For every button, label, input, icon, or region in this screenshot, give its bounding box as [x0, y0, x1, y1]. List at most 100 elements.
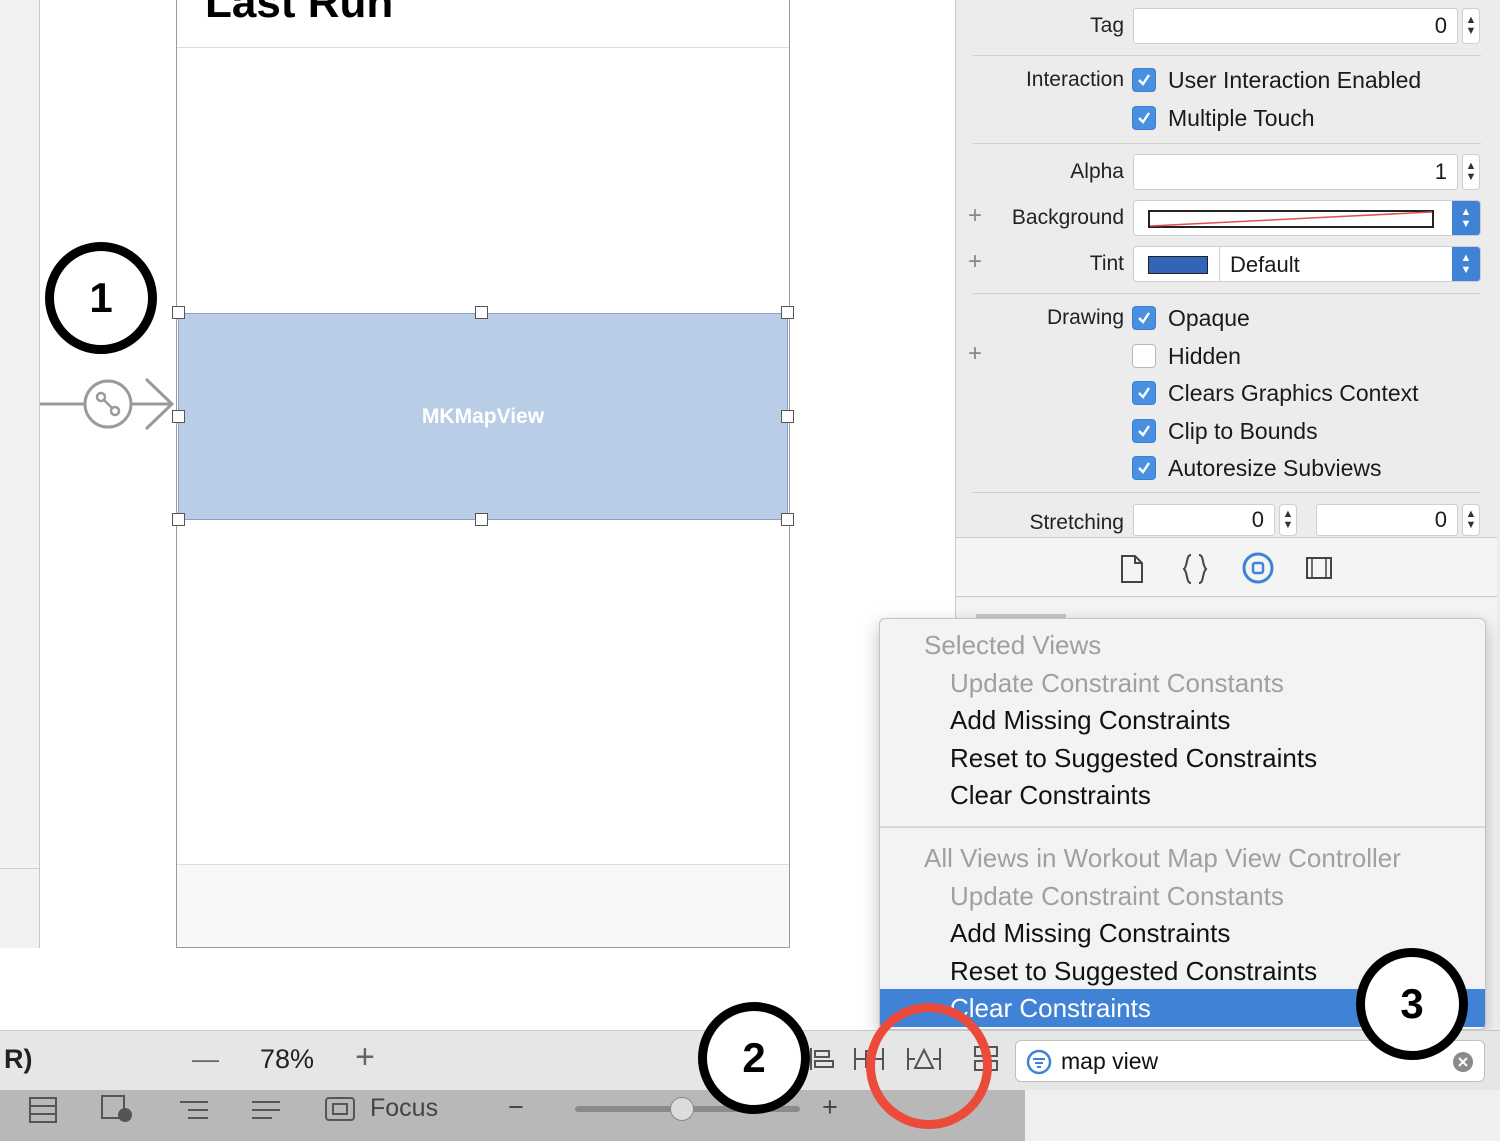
autoresize-checkbox[interactable]: Autoresize Subviews: [1132, 453, 1382, 483]
drawing-label: Drawing: [1046, 306, 1124, 329]
tag-stepper[interactable]: ▲ ▼: [1462, 8, 1480, 44]
hidden-label: Hidden: [1168, 342, 1241, 369]
autoresize-label: Autoresize Subviews: [1168, 454, 1382, 481]
user-interaction-checkbox[interactable]: User Interaction Enabled: [1132, 65, 1421, 95]
add-variation-icon[interactable]: +: [968, 340, 982, 368]
tag-label: Tag: [1090, 14, 1124, 37]
inspector-divider: [973, 293, 1481, 294]
callout-1: 1: [45, 242, 157, 354]
media-library-icon[interactable]: [1305, 556, 1333, 580]
resize-handle[interactable]: [781, 410, 794, 423]
file-template-icon[interactable]: [1119, 554, 1145, 584]
inspector-divider: [973, 55, 1481, 56]
alpha-stepper[interactable]: ▲ ▼: [1462, 154, 1480, 190]
resize-handle[interactable]: [781, 513, 794, 526]
menu-item-reset-suggested[interactable]: Reset to Suggested Constraints: [880, 739, 1485, 777]
background-popup[interactable]: ▲ ▼: [1133, 200, 1481, 236]
menu-item-add-missing[interactable]: Add Missing Constraints: [880, 701, 1485, 739]
resize-handle[interactable]: [475, 513, 488, 526]
device-config-fragment[interactable]: R): [4, 1044, 33, 1075]
callout-2: 2: [698, 1002, 810, 1114]
stretching-y-field[interactable]: 0: [1316, 504, 1458, 536]
callout-3: 3: [1356, 948, 1468, 1060]
clears-graphics-label: Clears Graphics Context: [1168, 379, 1419, 406]
checkmark-icon: [1132, 68, 1156, 92]
tint-divider: [1219, 247, 1220, 281]
tag-field[interactable]: 0: [1133, 8, 1458, 44]
checkbox-empty-icon: [1132, 344, 1156, 368]
clip-to-bounds-label: Clip to Bounds: [1168, 417, 1318, 444]
alpha-field[interactable]: 1: [1133, 154, 1458, 190]
interaction-label: Interaction: [1025, 68, 1124, 91]
stretching-y-stepper[interactable]: ▲ ▼: [1462, 504, 1480, 536]
checkmark-icon: [1132, 456, 1156, 480]
navigation-bar: Last Run: [177, 0, 789, 48]
menu-section-header: All Views in Workout Map View Controller: [924, 843, 1401, 873]
tint-popup[interactable]: Default ▲ ▼: [1133, 246, 1481, 282]
add-variation-icon[interactable]: +: [968, 202, 982, 230]
checkmark-icon: [1132, 419, 1156, 443]
status-zoom-out[interactable]: −: [508, 1092, 524, 1123]
text-align-icon[interactable]: [250, 1098, 282, 1122]
resize-handle[interactable]: [781, 306, 794, 319]
highlight-ring: [866, 1003, 992, 1129]
zoom-out-button[interactable]: —: [192, 1044, 219, 1075]
tint-label: Tint: [1089, 252, 1124, 275]
scene-title: Last Run: [205, 0, 394, 27]
segue-arrow-icon[interactable]: [40, 375, 180, 435]
device-view-icon[interactable]: [100, 1094, 134, 1124]
clip-to-bounds-checkbox[interactable]: Clip to Bounds: [1132, 416, 1318, 446]
stretching-x-field[interactable]: 0: [1133, 504, 1275, 536]
menu-item-update-constants: Update Constraint Constants: [950, 668, 1284, 698]
library-tab-bar: [956, 537, 1497, 597]
editor-status-bar-right: [1025, 1090, 1500, 1141]
inspector-divider: [973, 492, 1481, 493]
menu-item-clear-constraints[interactable]: Clear Constraints: [880, 776, 1485, 814]
inspector-divider: [973, 143, 1481, 144]
stretching-x-stepper[interactable]: ▲ ▼: [1279, 504, 1297, 536]
resize-handle[interactable]: [172, 513, 185, 526]
code-snippet-icon[interactable]: [1182, 553, 1208, 585]
clears-graphics-checkbox[interactable]: Clears Graphics Context: [1132, 378, 1419, 408]
multiple-touch-label: Multiple Touch: [1168, 104, 1315, 131]
status-zoom-in[interactable]: +: [822, 1092, 838, 1123]
stretching-label: Stretching: [1029, 511, 1124, 534]
outline-icon[interactable]: [178, 1098, 210, 1122]
alpha-label: Alpha: [1070, 160, 1124, 183]
menu-separator: [880, 826, 1485, 828]
checkmark-icon: [1132, 306, 1156, 330]
filter-icon: [1026, 1049, 1052, 1075]
zoom-slider-knob[interactable]: [670, 1097, 694, 1121]
add-variation-icon[interactable]: +: [968, 248, 982, 276]
multiple-touch-checkbox[interactable]: Multiple Touch: [1132, 103, 1315, 133]
focus-label[interactable]: Focus: [370, 1094, 438, 1123]
hidden-checkbox[interactable]: Hidden: [1132, 341, 1241, 371]
color-swatch-clear-icon: [1148, 210, 1434, 228]
menu-item-update-constants: Update Constraint Constants: [950, 881, 1284, 911]
list-view-icon[interactable]: [28, 1096, 58, 1124]
checkmark-icon: [1132, 106, 1156, 130]
focus-icon[interactable]: [324, 1096, 356, 1122]
left-scene-divider: [0, 868, 40, 869]
mkmapview[interactable]: MKMapView: [178, 313, 788, 520]
resize-handle[interactable]: [172, 410, 185, 423]
scene-bottom-bar: [177, 864, 789, 947]
tint-value: Default: [1230, 252, 1300, 277]
opaque-label: Opaque: [1168, 304, 1250, 331]
resize-handle[interactable]: [172, 306, 185, 319]
popup-arrows-icon: ▲ ▼: [1452, 201, 1480, 235]
zoom-level: 78%: [260, 1044, 315, 1074]
checkmark-icon: [1132, 381, 1156, 405]
mkmapview-label: MKMapView: [421, 404, 545, 428]
tint-color-swatch: [1148, 256, 1208, 274]
resize-handle[interactable]: [475, 306, 488, 319]
left-scene-edge: [0, 0, 40, 948]
opaque-checkbox[interactable]: Opaque: [1132, 303, 1250, 333]
background-label: Background: [1011, 206, 1124, 229]
user-interaction-label: User Interaction Enabled: [1168, 66, 1422, 93]
object-library-icon[interactable]: [1241, 551, 1275, 585]
align-icon[interactable]: [808, 1046, 834, 1072]
menu-item-add-missing[interactable]: Add Missing Constraints: [880, 914, 1485, 952]
clear-search-icon[interactable]: [1452, 1051, 1474, 1073]
zoom-in-button[interactable]: +: [355, 1038, 375, 1077]
